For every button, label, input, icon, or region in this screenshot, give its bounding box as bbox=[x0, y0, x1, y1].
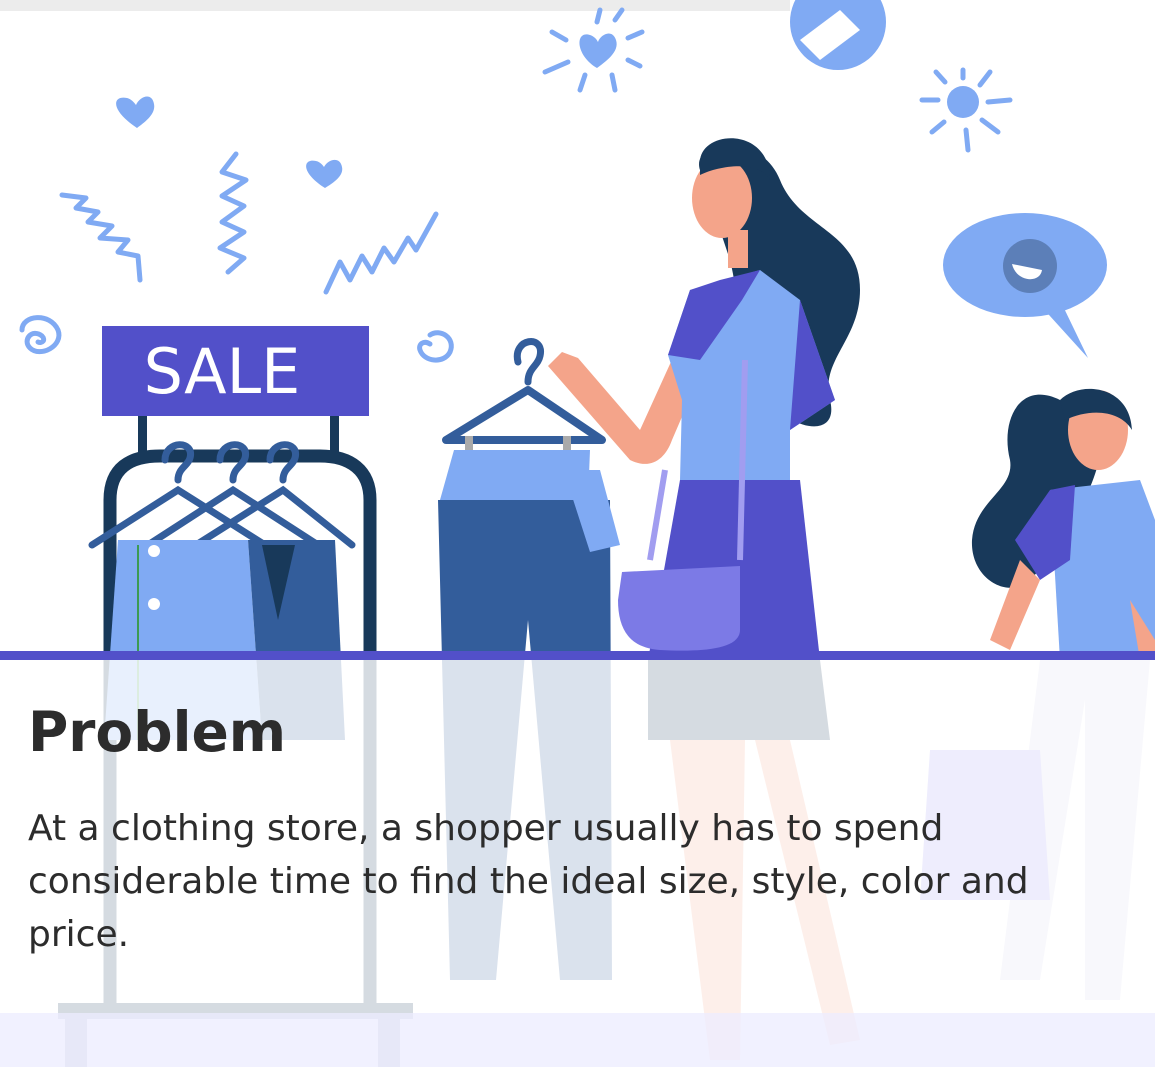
sun-icon bbox=[919, 67, 1013, 153]
sale-sign-text: SALE bbox=[144, 335, 301, 408]
decorations bbox=[19, 0, 1107, 363]
section-description: At a clothing store, a shopper usually h… bbox=[28, 808, 1029, 955]
sun-heart-icon bbox=[579, 33, 617, 68]
section-title: Problem bbox=[28, 700, 287, 764]
floor-band bbox=[0, 1013, 1155, 1067]
heart-icon bbox=[306, 159, 343, 188]
heart-icon bbox=[116, 96, 155, 128]
speech-bubble-icon bbox=[943, 213, 1107, 358]
accent-divider bbox=[0, 651, 1155, 660]
